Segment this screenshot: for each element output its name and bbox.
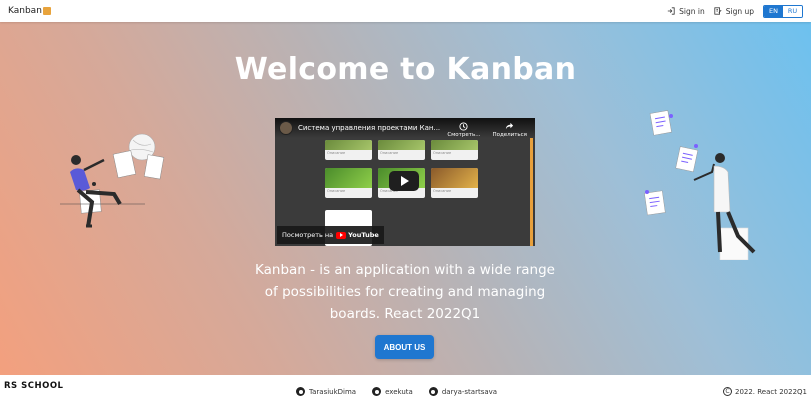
watch-later-button[interactable]: Смотреть...	[447, 122, 480, 138]
hero-section: Welcome to Kanban Описание Описание Опис…	[0, 22, 811, 375]
watch-on-youtube-button[interactable]: Посмотреть на YouTube	[277, 226, 384, 244]
youtube-logo-text: YouTube	[348, 231, 379, 239]
github-username: TarasiukDima	[309, 387, 357, 396]
github-username: darya-startsava	[441, 387, 498, 396]
share-button[interactable]: Поделиться	[492, 122, 527, 138]
video-side-bar	[530, 138, 533, 246]
youtube-play-icon	[336, 231, 347, 239]
github-username: exekuta	[385, 387, 413, 396]
right-illustration	[644, 110, 756, 260]
github-icon	[296, 387, 305, 396]
video-frame-card: Описание	[378, 140, 425, 160]
about-us-button[interactable]: ABOUT US	[375, 335, 434, 359]
left-illustration	[60, 133, 165, 228]
copyright: C 2022. React 2022Q1	[722, 387, 807, 396]
video-player[interactable]: Описание Описание Описание Описание Опис…	[275, 118, 535, 246]
rs-school-logo[interactable]: RS SCHOOL	[4, 382, 63, 391]
page-title: Welcome to Kanban	[234, 52, 577, 87]
sign-in-label: Sign in	[679, 6, 705, 16]
top-header: Kanban Sign in Sign up EN RU	[0, 0, 811, 22]
video-actions: Смотреть... Поделиться	[447, 122, 527, 138]
logo-text: Kanban	[8, 6, 42, 16]
clock-icon	[459, 122, 468, 131]
github-link-darya-startsava[interactable]: darya-startsava	[428, 387, 498, 396]
lang-ru-button[interactable]: RU	[783, 5, 802, 17]
copyright-text: 2022. React 2022Q1	[734, 387, 807, 396]
play-button[interactable]	[389, 171, 419, 191]
github-link-tarasiukdima[interactable]: TarasiukDima	[296, 387, 356, 396]
github-icon	[428, 387, 438, 396]
github-icon	[372, 387, 382, 396]
youtube-logo: YouTube	[336, 231, 379, 239]
lang-en-button[interactable]: EN	[764, 5, 783, 17]
video-frame-card: Описание	[431, 168, 478, 198]
sign-up-icon	[714, 7, 722, 15]
github-link-exekuta[interactable]: exekuta	[372, 387, 413, 396]
language-switcher: EN RU	[763, 4, 803, 18]
video-frame-card: Описание	[325, 140, 372, 160]
video-frame-card: Описание	[431, 140, 478, 160]
sign-in-link[interactable]: Sign in	[667, 7, 705, 16]
github-links: TarasiukDima exekuta darya-startsava	[296, 387, 497, 396]
video-title[interactable]: Система управления проектами Кан...	[298, 124, 440, 132]
share-icon	[506, 122, 514, 130]
sign-in-icon	[667, 7, 675, 15]
watch-later-label: Смотреть...	[447, 132, 481, 138]
copyright-icon: C	[722, 387, 732, 396]
header-actions: Sign in Sign up EN RU	[667, 4, 803, 18]
footer: RS SCHOOL TarasiukDima exekuta darya-sta…	[0, 375, 811, 400]
channel-avatar[interactable]	[279, 121, 293, 135]
video-frame-card: Описание	[325, 168, 372, 198]
app-logo[interactable]: Kanban	[8, 6, 51, 16]
watch-on-label: Посмотреть на	[282, 231, 334, 239]
sign-up-link[interactable]: Sign up	[714, 7, 754, 16]
sign-up-label: Sign up	[725, 6, 754, 16]
share-label: Поделиться	[492, 132, 527, 138]
logo-icon	[42, 7, 51, 15]
app-description: Kanban - is an application with a wide r…	[255, 262, 555, 322]
